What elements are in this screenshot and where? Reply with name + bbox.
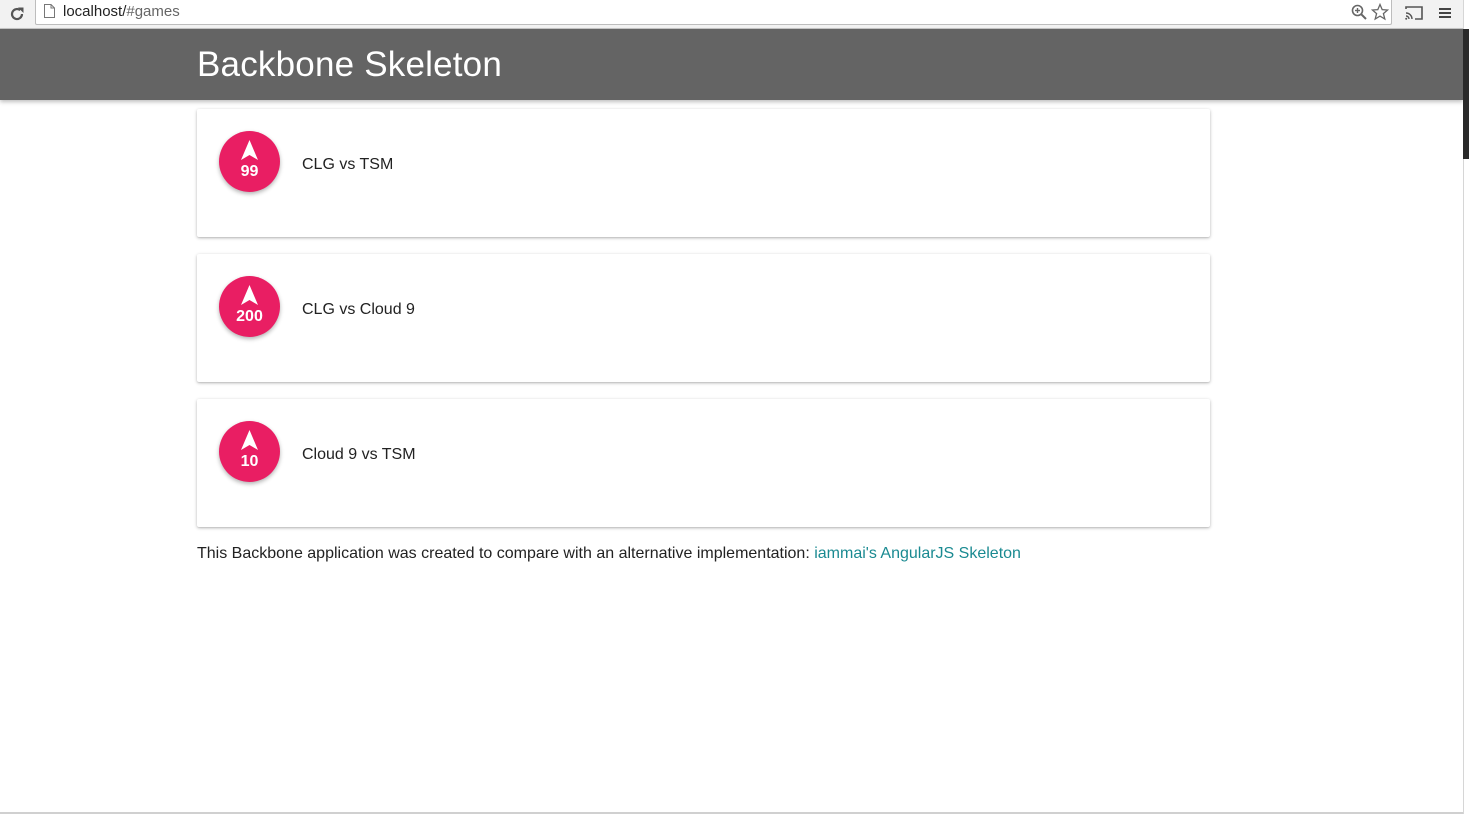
game-title: CLG vs TSM <box>302 156 394 173</box>
navigation-arrow-icon <box>241 430 258 450</box>
scrollbar-thumb[interactable] <box>1463 29 1469 159</box>
game-card: 200 CLG vs Cloud 9 <box>197 254 1210 382</box>
page-title: Backbone Skeleton <box>197 45 503 84</box>
vote-count: 10 <box>240 453 259 470</box>
game-card: 10 Cloud 9 vs TSM <box>197 399 1210 527</box>
navigation-arrow-icon <box>241 285 258 305</box>
app-header: Backbone Skeleton <box>0 29 1463 100</box>
vote-count: 99 <box>240 163 259 180</box>
vote-count: 200 <box>236 308 263 325</box>
game-title: Cloud 9 vs TSM <box>302 446 416 463</box>
browser-toolbar: localhost/#games <box>0 0 1463 29</box>
url-path: #games <box>126 3 180 20</box>
cast-icon[interactable] <box>1404 5 1424 21</box>
game-title: CLG vs Cloud 9 <box>302 301 415 318</box>
page-icon <box>44 4 55 18</box>
angularjs-skeleton-link[interactable]: iammai's AngularJS Skeleton <box>814 545 1021 562</box>
url-text[interactable]: localhost/#games <box>63 3 180 21</box>
url-host: localhost/ <box>63 3 127 20</box>
star-icon[interactable] <box>1371 3 1389 21</box>
footer-text: This Backbone application was created to… <box>197 545 815 562</box>
footer-note: This Backbone application was created to… <box>197 544 1021 564</box>
upvote-button[interactable]: 10 <box>219 421 280 482</box>
reload-button[interactable] <box>8 5 26 23</box>
games-list: 99 CLG vs TSM 200 CLG vs Cloud 9 10 Clou… <box>197 109 1210 544</box>
upvote-button[interactable]: 99 <box>219 131 280 192</box>
address-bar[interactable]: localhost/#games <box>35 0 1392 25</box>
game-card: 99 CLG vs TSM <box>197 109 1210 237</box>
hamburger-menu-icon[interactable] <box>1438 6 1452 20</box>
upvote-button[interactable]: 200 <box>219 276 280 337</box>
navigation-arrow-icon <box>241 140 258 160</box>
reload-icon <box>10 7 24 21</box>
zoom-icon[interactable] <box>1351 4 1367 20</box>
